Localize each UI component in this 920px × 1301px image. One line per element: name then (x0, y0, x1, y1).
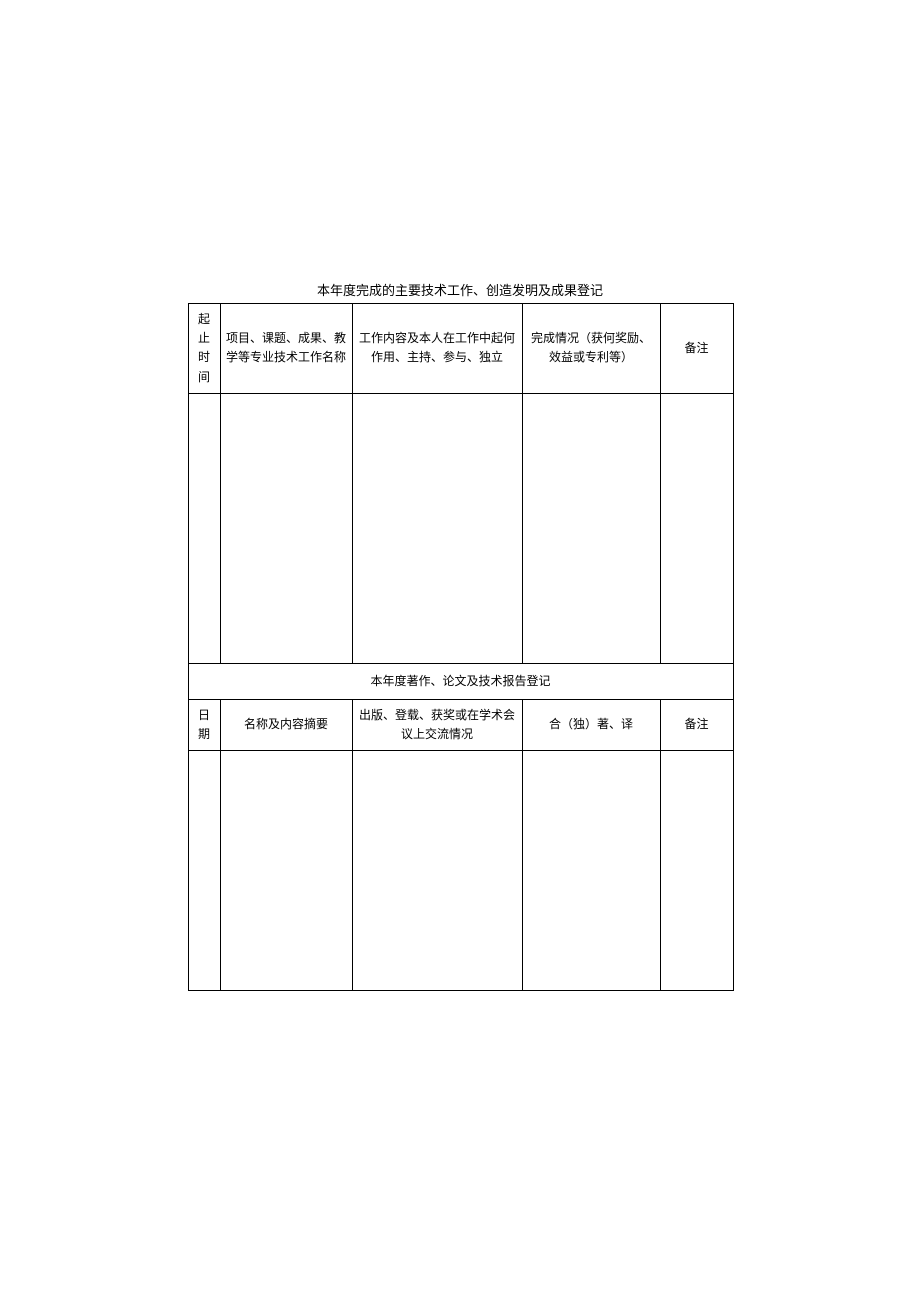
table-caption: 本年度完成的主要技术工作、创造发明及成果登记 (188, 280, 733, 299)
cell-remark2 (660, 751, 733, 991)
cell-author (522, 751, 660, 991)
cell-remark (660, 393, 733, 663)
cell-content (352, 393, 522, 663)
cell-time (188, 393, 220, 663)
header-remark: 备注 (660, 304, 733, 394)
header-project: 项目、课题、成果、教学等专业技术工作名称 (220, 304, 352, 394)
form-container: 本年度完成的主要技术工作、创造发明及成果登记 起止时间 项目、课题、成果、教学等… (188, 280, 733, 991)
section2-title-row: 本年度著作、论文及技术报告登记 (188, 663, 733, 699)
cell-publish (352, 751, 522, 991)
header-publish: 出版、登载、获奖或在学术会议上交流情况 (352, 699, 522, 750)
section1-data-row (188, 393, 733, 663)
header-remark2: 备注 (660, 699, 733, 750)
header-date: 日期 (188, 699, 220, 750)
header-name: 名称及内容摘要 (220, 699, 352, 750)
header-time: 起止时间 (188, 304, 220, 394)
cell-date (188, 751, 220, 991)
header-author: 合（独）著、译 (522, 699, 660, 750)
registration-table: 起止时间 项目、课题、成果、教学等专业技术工作名称 工作内容及本人在工作中起何作… (188, 303, 734, 991)
section2-data-row (188, 751, 733, 991)
section1-header-row: 起止时间 项目、课题、成果、教学等专业技术工作名称 工作内容及本人在工作中起何作… (188, 304, 733, 394)
section2-title: 本年度著作、论文及技术报告登记 (188, 663, 733, 699)
cell-completion (522, 393, 660, 663)
header-completion: 完成情况（获何奖励、效益或专利等） (522, 304, 660, 394)
cell-name (220, 751, 352, 991)
header-content: 工作内容及本人在工作中起何作用、主持、参与、独立 (352, 304, 522, 394)
cell-project (220, 393, 352, 663)
section2-header-row: 日期 名称及内容摘要 出版、登载、获奖或在学术会议上交流情况 合（独）著、译 备… (188, 699, 733, 750)
